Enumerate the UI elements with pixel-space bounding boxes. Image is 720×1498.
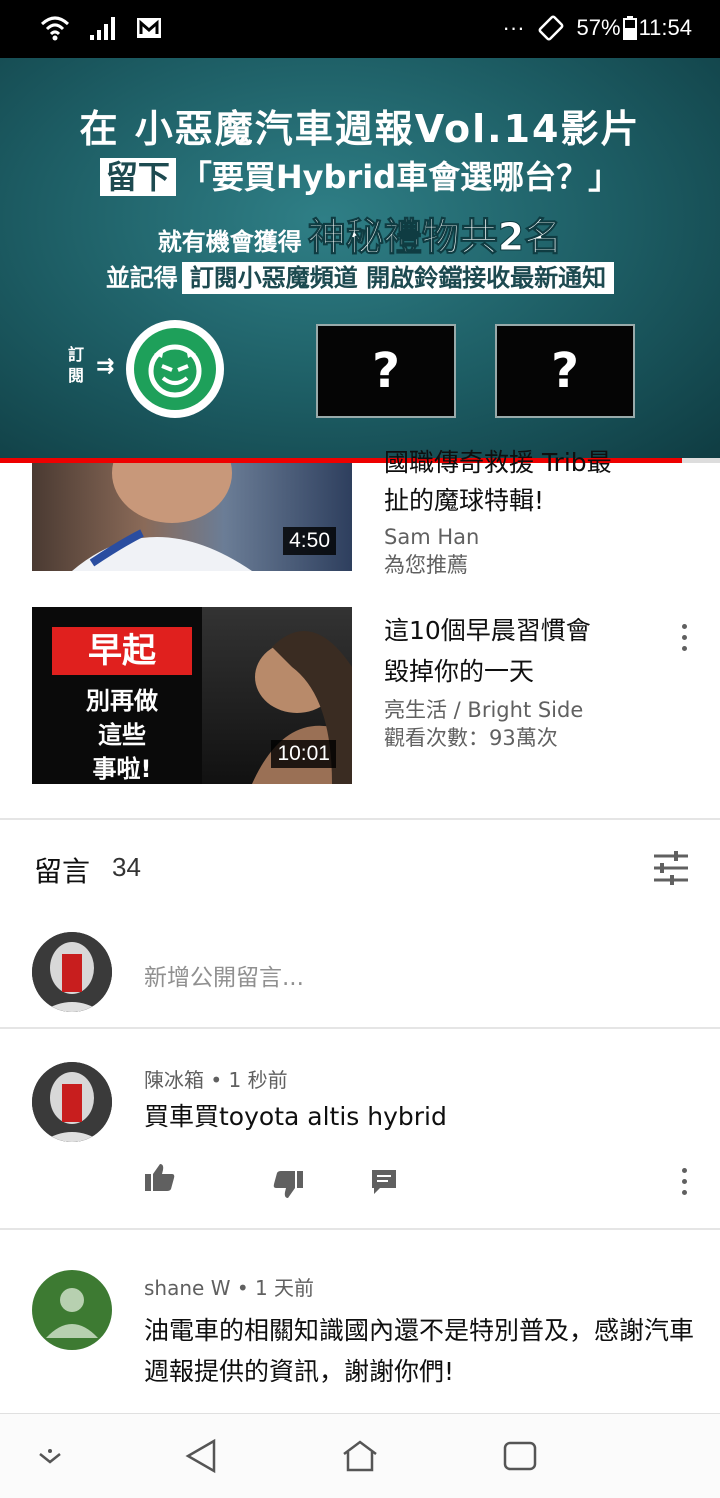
avatar bbox=[32, 932, 112, 1012]
banner-prize: 神秘禮物共2名 bbox=[307, 215, 563, 260]
mystery-box-2: ? bbox=[495, 324, 635, 418]
divider bbox=[0, 1228, 720, 1230]
comments-title: 留言 bbox=[34, 855, 91, 888]
banner-line-4: 並記得 訂閱小惡魔頻道 開啟鈴鐺接收最新通知 bbox=[0, 258, 720, 294]
video-title[interactable]: 毀掉你的一天 bbox=[384, 651, 654, 692]
thumb-down-icon[interactable] bbox=[272, 1170, 304, 1200]
channel-name: 亮生活 / Bright Side bbox=[384, 698, 584, 722]
duration-badge: 10:01 bbox=[271, 740, 336, 768]
arrows-icon: ⇉ bbox=[96, 354, 115, 379]
video-title[interactable]: 這10個早晨習慣會 bbox=[384, 610, 654, 651]
more-options-icon[interactable] bbox=[680, 1168, 688, 1195]
banner-prize-lead: 就有機會獲得 bbox=[157, 228, 302, 256]
battery-icon bbox=[622, 16, 637, 40]
comments-count: 34 bbox=[112, 852, 141, 882]
user-avatar-image bbox=[32, 1062, 112, 1142]
collapse-icon[interactable] bbox=[36, 1448, 64, 1468]
thumb-up-icon[interactable] bbox=[144, 1162, 176, 1192]
rotate-icon bbox=[538, 15, 563, 41]
banner-remind-lead: 並記得 bbox=[105, 264, 178, 292]
subscribe-label: 訂閱 bbox=[68, 345, 85, 385]
channel-name: Sam Han bbox=[384, 525, 480, 549]
video-title-line[interactable]: 國職傳奇救援 Trib最 bbox=[384, 442, 654, 483]
video-player[interactable]: 在 小惡魔汽車週報Vol.14影片 留下 「要買Hybrid車會選哪台？」 就有機… bbox=[0, 58, 720, 460]
video-meta: 為您推薦 bbox=[384, 553, 468, 577]
thumb-text-3: 事啦! bbox=[92, 755, 152, 783]
video-thumbnail[interactable]: 4:50 bbox=[32, 463, 352, 571]
reply-icon[interactable] bbox=[370, 1168, 398, 1196]
divider bbox=[0, 818, 720, 820]
thumb-text-2: 這些 bbox=[98, 721, 146, 749]
devil-face-icon bbox=[148, 344, 202, 398]
thumb-text-1: 別再做 bbox=[86, 687, 158, 715]
banner-question: 「要買Hybrid車會選哪台？」 bbox=[179, 158, 621, 196]
user-avatar-image bbox=[32, 932, 112, 1012]
status-bar: ··· 57% 11:54 bbox=[0, 0, 720, 58]
video-thumbnail[interactable]: 早起 別再做 這些 事啦! 10:01 bbox=[32, 607, 352, 784]
clock: 11:54 bbox=[638, 15, 692, 40]
channel-logo bbox=[126, 320, 224, 418]
avatar[interactable] bbox=[32, 1062, 112, 1142]
comment-author: shane W • 1 天前 bbox=[144, 1276, 315, 1300]
battery-percent: 57% bbox=[576, 15, 621, 40]
wifi-icon bbox=[40, 16, 70, 41]
thumb-badge: 早起 bbox=[52, 627, 192, 675]
banner-line-3: 就有機會獲得 神秘禮物共2名 bbox=[0, 206, 720, 261]
mystery-box-1: ? bbox=[316, 324, 456, 418]
comment-text: 油電車的相關知識國內還不是特別普及，感謝汽車週報提供的資訊，謝謝你們! bbox=[144, 1316, 695, 1386]
recent-apps-icon[interactable] bbox=[502, 1440, 538, 1472]
more-options-icon[interactable] bbox=[680, 624, 688, 651]
default-avatar-icon bbox=[46, 1288, 98, 1338]
add-comment-input[interactable]: 新增公開留言... bbox=[144, 958, 304, 992]
mail-icon bbox=[137, 18, 161, 38]
banner-line-2: 留下 「要買Hybrid車會選哪台？」 bbox=[0, 152, 720, 198]
sort-icon[interactable] bbox=[652, 850, 690, 886]
avatar[interactable] bbox=[32, 1270, 112, 1350]
video-title[interactable]: 扯的魔球特輯! bbox=[384, 480, 654, 521]
home-icon[interactable] bbox=[340, 1438, 380, 1474]
more-icon: ··· bbox=[502, 15, 525, 40]
banner-line-1: 在 小惡魔汽車週報Vol.14影片 bbox=[79, 107, 641, 151]
comment-text: 買車買toyota altis hybrid bbox=[144, 1102, 447, 1131]
divider bbox=[0, 1027, 720, 1029]
comment-author: 陳冰箱 • 1 秒前 bbox=[144, 1068, 288, 1092]
signal-icon bbox=[90, 17, 115, 40]
banner-subscribe-note: 訂閱小惡魔頻道 開啟鈴鐺接收最新通知 bbox=[181, 262, 615, 294]
banner-box-label: 留下 bbox=[99, 158, 176, 196]
duration-badge: 4:50 bbox=[283, 527, 336, 555]
system-nav-bar bbox=[0, 1413, 720, 1498]
video-meta: 觀看次數：93萬次 bbox=[384, 726, 558, 750]
back-icon[interactable] bbox=[184, 1438, 218, 1474]
